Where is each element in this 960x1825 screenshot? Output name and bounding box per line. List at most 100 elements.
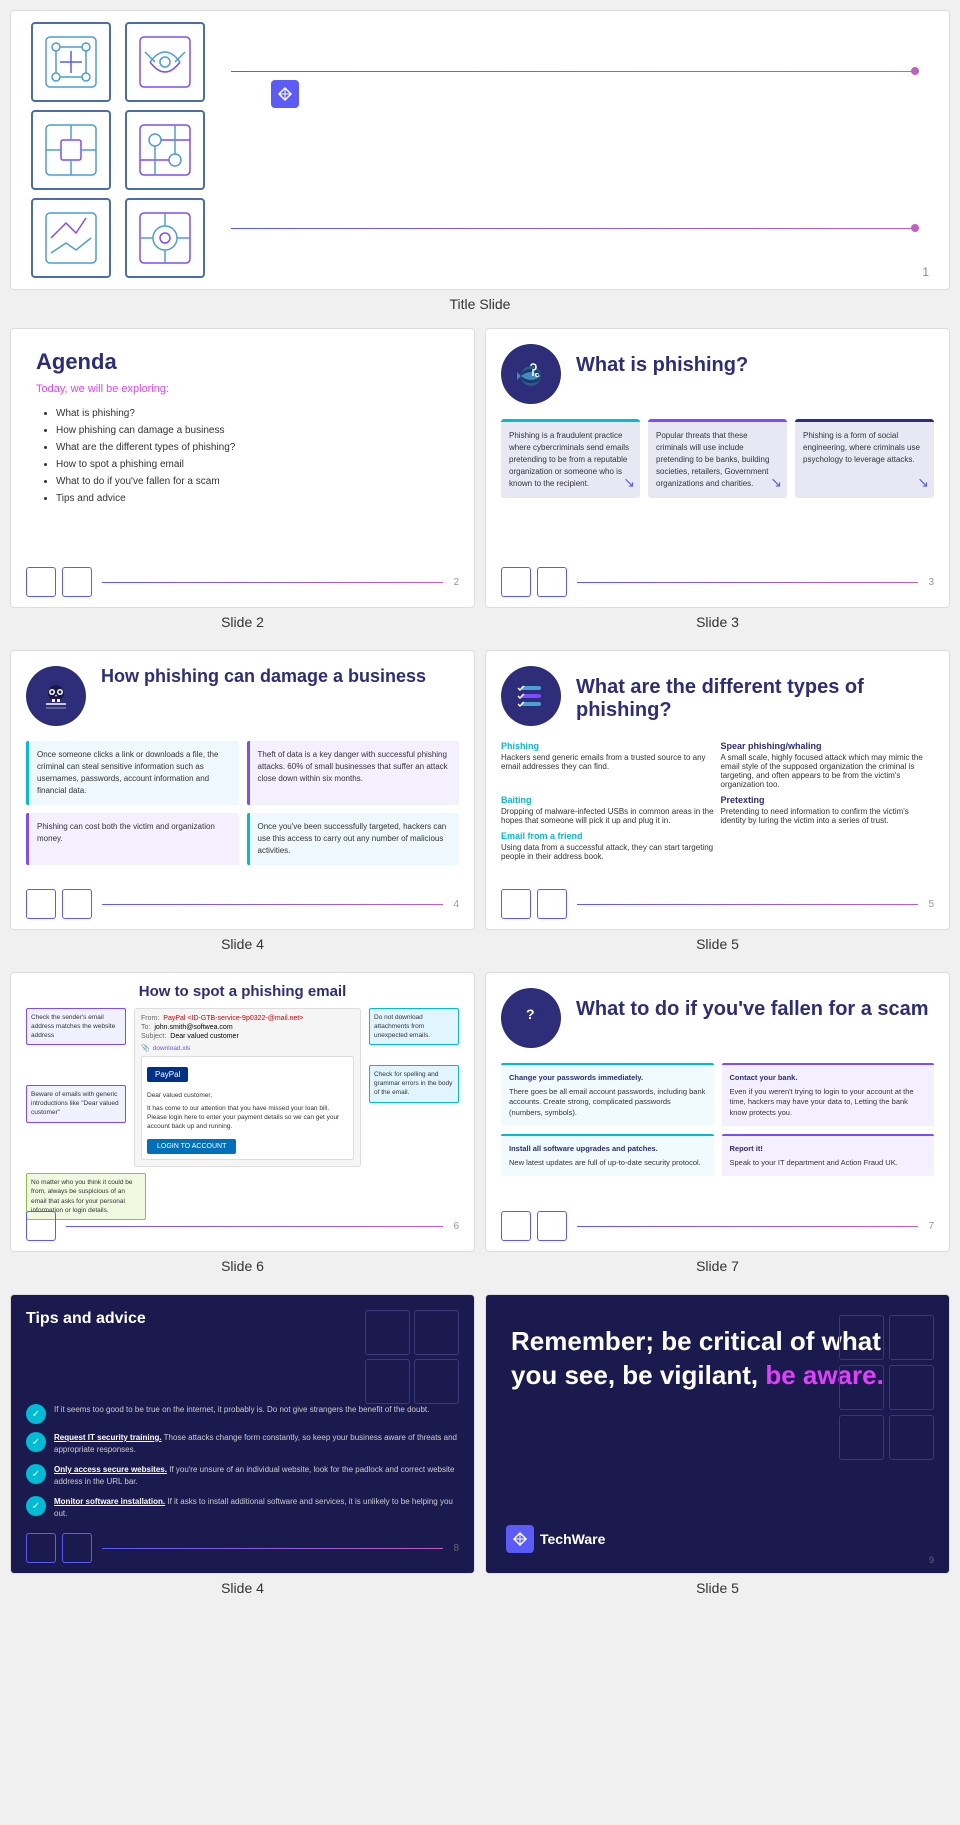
scam-content: ? What to do if you've fallen for a scam…: [486, 973, 949, 1226]
tip-text-3: Only access secure websites. If you're u…: [54, 1464, 459, 1488]
tip-check-1: ✓: [26, 1404, 46, 1424]
footer-icon-2a: [26, 567, 56, 597]
footer-line-2: [102, 582, 443, 583]
footer-icon-3a: [501, 567, 531, 597]
brand-name: TechWare: [307, 84, 391, 105]
types-content: What are the different types of phishing…: [486, 651, 949, 911]
phishing-cards: Phishing is a fraudulent practice where …: [501, 419, 934, 498]
title-slide-left: [11, 10, 231, 290]
slide-num-2: 2: [453, 577, 459, 588]
dark-icon-2: [414, 1310, 459, 1355]
slide2-label: Slide 2: [10, 608, 475, 640]
title-slide: TechWare Training employees to recognize…: [10, 10, 950, 290]
tip-1: ✓ If it seems too good to be true on the…: [26, 1404, 459, 1424]
slide9-label: Slide 5: [485, 1574, 950, 1606]
tips-right-icons: [365, 1310, 459, 1404]
slide-9: Remember; be critical of what you see, b…: [485, 1294, 950, 1574]
slide-num-9: 9: [929, 1555, 934, 1565]
callout-2: Beware of emails with generic introducti…: [26, 1085, 126, 1122]
agenda-item-4: How to spot a phishing email: [56, 456, 449, 473]
slide6-footer: 6: [26, 1211, 459, 1241]
footer-line-8: [102, 1548, 443, 1549]
tips-content: Tips and advice ✓ If it seems too good t: [11, 1295, 474, 1568]
footer-icon-4a: [26, 889, 56, 919]
remember-right-icons: [839, 1315, 934, 1460]
damage-card-2: Theft of data is a key danger with succe…: [247, 741, 460, 805]
footer-line-5: [577, 904, 918, 905]
damage-icon-circle: [26, 666, 86, 726]
damage-card-1: Once someone clicks a link or downloads …: [26, 741, 239, 805]
action-4: Report it! Speak to your IT department a…: [722, 1134, 935, 1176]
slide-4: How phishing can damage a business Once …: [10, 650, 475, 930]
footer-icon-8b: [62, 1533, 92, 1563]
agenda-subtitle: Today, we will be exploring:: [36, 383, 449, 395]
slide4-footer: 4: [26, 889, 459, 919]
footer-line-3: [577, 582, 918, 583]
tips-title: Tips and advice: [26, 1310, 146, 1328]
remember-icon-2: [889, 1315, 934, 1360]
slide7-label: Slide 7: [485, 1252, 950, 1284]
title-decorative-line-bottom: [231, 228, 919, 229]
callout-4: Check for spelling and grammar errors in…: [369, 1065, 459, 1102]
tip-check-3: ✓: [26, 1464, 46, 1484]
slide7-footer: 7: [501, 1211, 934, 1241]
slide4-title: How phishing can damage a business: [101, 666, 426, 687]
slide-num-7: 7: [928, 1221, 934, 1232]
remember-icon-3: [839, 1365, 884, 1410]
slides-row-2: How phishing can damage a business Once …: [10, 650, 950, 962]
agenda-title: Agenda: [36, 349, 449, 375]
tip-text-1: If it seems too good to be true on the i…: [54, 1404, 429, 1416]
agenda-item-5: What to do if you've fallen for a scam: [56, 473, 449, 490]
footer-icon-3b: [537, 567, 567, 597]
footer-icons-5: [501, 889, 567, 919]
remember-icon-1: [839, 1315, 884, 1360]
circuit-icon-5: [31, 198, 111, 278]
brand-logo-icon: [271, 80, 299, 108]
slide3-footer: 3: [501, 567, 934, 597]
action-2: Contact your bank. Even if you weren't t…: [722, 1063, 935, 1126]
types-list: Phishing Hackers send generic emails fro…: [501, 741, 934, 861]
footer-icons-4: [26, 889, 92, 919]
email-mockup: From: PayPal <ID-GTB-service-9p0322-@mai…: [134, 1008, 361, 1167]
title-slide-right: TechWare Training employees to recognize…: [231, 50, 949, 249]
email-from-row: From: PayPal <ID-GTB-service-9p0322-@mai…: [141, 1015, 354, 1022]
slide5-header: What are the different types of phishing…: [501, 666, 934, 726]
slide6-title: How to spot a phishing email: [26, 983, 459, 1000]
phishing-card-1: Phishing is a fraudulent practice where …: [501, 419, 640, 498]
title-slide-label: Title Slide: [10, 290, 950, 322]
slide-num-5: 5: [928, 899, 934, 910]
slide6-container: How to spot a phishing email Check the s…: [10, 972, 475, 1284]
phishing-card-3: Phishing is a form of social engineering…: [795, 419, 934, 498]
action-3: Install all software upgrades and patche…: [501, 1134, 714, 1176]
dark-icon-4: [414, 1359, 459, 1404]
footer-icon-6a: [26, 1211, 56, 1241]
remember-brand-icon: [506, 1525, 534, 1553]
agenda-item-3: What are the different types of phishing…: [56, 439, 449, 456]
type-pretexting: Pretexting Pretending to need informatio…: [721, 795, 935, 825]
email-subject-row: Subject: Dear valued customer: [141, 1033, 354, 1040]
slide-5: What are the different types of phishing…: [485, 650, 950, 930]
footer-icon-5b: [537, 889, 567, 919]
tip-2: ✓ Request IT security training. Those at…: [26, 1432, 459, 1456]
slide4-header: How phishing can damage a business: [26, 666, 459, 726]
type-phishing: Phishing Hackers send generic emails fro…: [501, 741, 715, 789]
tip-check-4: ✓: [26, 1496, 46, 1516]
agenda-item-1: What is phishing?: [56, 405, 449, 422]
main-title: Training employees to recognize and avoi…: [271, 128, 909, 219]
slide-8: Tips and advice ✓ If it seems too good t: [10, 1294, 475, 1574]
title-slide-wrapper: TechWare Training employees to recognize…: [10, 10, 950, 322]
circuit-icon-4: [125, 110, 205, 190]
email-content: From: PayPal <ID-GTB-service-9p0322-@mai…: [134, 1008, 361, 1167]
slide4-container: How phishing can damage a business Once …: [10, 650, 475, 962]
slide2-container: Agenda Today, we will be exploring: What…: [10, 328, 475, 640]
circuit-icon-2: [125, 22, 205, 102]
phishing-card-2: Popular threats that these criminals wil…: [648, 419, 787, 498]
right-callouts: Do not download attachments from unexpec…: [369, 1008, 459, 1167]
slide2-footer: 2: [26, 567, 459, 597]
page-wrapper: TechWare Training employees to recognize…: [0, 0, 960, 1626]
footer-line-4: [102, 904, 443, 905]
types-icon-circle: [501, 666, 561, 726]
slide7-header: ? What to do if you've fallen for a scam: [501, 988, 934, 1048]
email-cta-button: LOGIN TO ACCOUNT: [147, 1139, 236, 1154]
remember-brand: TechWare: [506, 1525, 605, 1553]
